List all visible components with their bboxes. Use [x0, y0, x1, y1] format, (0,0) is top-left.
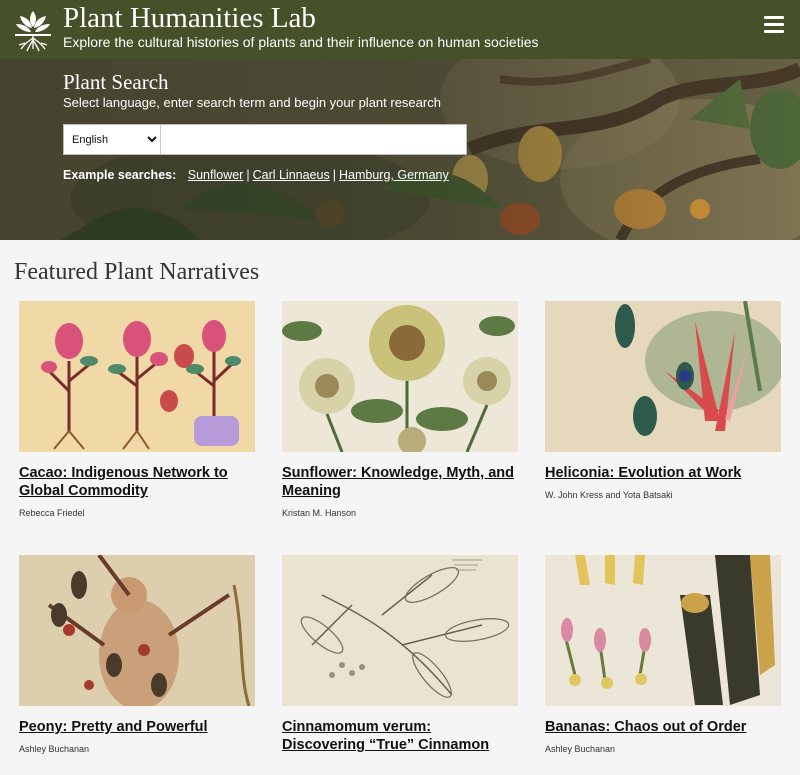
plant-roots-logo-icon[interactable] [12, 5, 54, 53]
card-image[interactable] [19, 555, 255, 706]
card-title[interactable]: Peony: Pretty and Powerful [19, 718, 255, 736]
card-title[interactable]: Heliconia: Evolution at Work [545, 464, 781, 482]
language-select[interactable]: English [64, 125, 161, 154]
example-searches-label: Example searches: [63, 168, 177, 182]
card-author: Ashley Buchanan [545, 744, 616, 754]
narrative-card-peony[interactable]: Peony: Pretty and Powerful Ashley Buchan… [19, 555, 255, 754]
cinnamon-sketch-image [282, 555, 518, 706]
card-author: Ashley Buchanan [19, 744, 90, 754]
example-link-sunflower[interactable]: Sunflower [188, 168, 244, 182]
card-image[interactable] [545, 555, 781, 706]
menu-bar [764, 23, 784, 26]
card-image[interactable] [282, 301, 518, 452]
card-title[interactable]: Cinnamomum verum: Discovering “True” Cin… [282, 718, 518, 754]
narrative-card-sunflower[interactable]: Sunflower: Knowledge, Myth, and Meaning … [282, 301, 518, 518]
search-subtitle: Select language, enter search term and b… [63, 95, 441, 110]
cacao-illustration-image [19, 301, 255, 452]
narrative-card-bananas[interactable]: Bananas: Chaos out of Order Ashley Bucha… [545, 555, 781, 754]
site-tagline: Explore the cultural histories of plants… [63, 34, 539, 50]
narrative-card-cacao[interactable]: Cacao: Indigenous Network to Global Comm… [19, 301, 255, 518]
card-author: Kristan M. Hanson [282, 508, 357, 518]
card-title[interactable]: Cacao: Indigenous Network to Global Comm… [19, 464, 255, 500]
site-header: Plant Humanities Lab Explore the cultura… [0, 0, 800, 59]
example-link-carl-linnaeus[interactable]: Carl Linnaeus [253, 168, 330, 182]
banana-illustration-image [545, 555, 781, 706]
menu-bar [764, 30, 784, 33]
card-image[interactable] [545, 301, 781, 452]
card-image[interactable] [282, 555, 518, 706]
heliconia-illustration-image [545, 301, 781, 452]
peony-illustration-image [19, 555, 255, 706]
card-author: Rebecca Friedel [19, 508, 85, 518]
search-title: Plant Search [63, 70, 169, 94]
search-box: English [63, 124, 467, 155]
card-title[interactable]: Bananas: Chaos out of Order [545, 718, 781, 736]
hamburger-menu-icon[interactable] [764, 16, 784, 34]
narrative-card-cinnamomum[interactable]: Cinnamomum verum: Discovering “True” Cin… [282, 555, 518, 762]
separator: | [332, 168, 336, 182]
narrative-card-heliconia[interactable]: Heliconia: Evolution at Work W. John Kre… [545, 301, 781, 500]
card-title[interactable]: Sunflower: Knowledge, Myth, and Meaning [282, 464, 518, 500]
example-searches: Example searches: Sunflower | Carl Linnaeu… [63, 168, 449, 182]
card-image[interactable] [19, 301, 255, 452]
example-link-hamburg[interactable]: Hamburg, Germany [339, 168, 449, 182]
hero-search-section: Plant Search Select language, enter sear… [0, 59, 800, 240]
featured-section-title: Featured Plant Narratives [14, 259, 260, 285]
menu-bar [764, 16, 784, 19]
sunflower-illustration-image [282, 301, 518, 452]
separator: | [246, 168, 250, 182]
card-author: W. John Kress and Yota Batsaki [545, 490, 673, 500]
site-title[interactable]: Plant Humanities Lab [63, 2, 316, 35]
search-input[interactable] [161, 125, 466, 154]
